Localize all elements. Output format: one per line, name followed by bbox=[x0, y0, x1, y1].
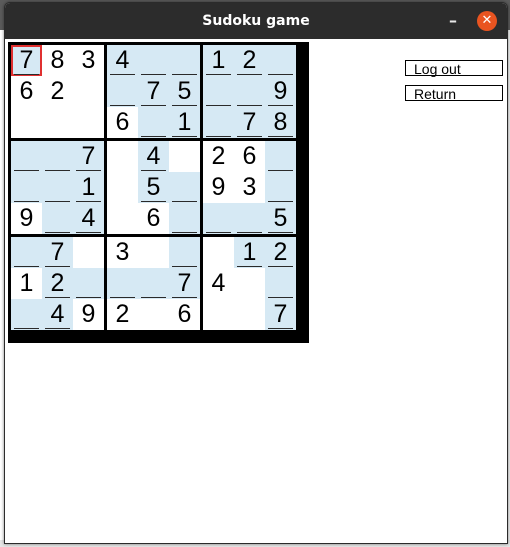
sudoku-cell[interactable] bbox=[107, 268, 138, 299]
sudoku-cell[interactable]: 7 bbox=[11, 45, 42, 76]
sudoku-cell[interactable]: 3 bbox=[73, 45, 104, 76]
sudoku-cell[interactable] bbox=[169, 237, 200, 268]
sudoku-cell[interactable] bbox=[42, 141, 73, 172]
sudoku-block: 1247 bbox=[203, 237, 296, 330]
sudoku-cell[interactable]: 3 bbox=[107, 237, 138, 268]
sudoku-cell[interactable]: 1 bbox=[169, 107, 200, 138]
close-icon[interactable]: ✕ bbox=[477, 11, 497, 31]
sudoku-cell[interactable]: 2 bbox=[265, 237, 296, 268]
sudoku-cell[interactable] bbox=[107, 141, 138, 172]
sudoku-cell[interactable]: 8 bbox=[42, 45, 73, 76]
sudoku-block: 456 bbox=[107, 141, 200, 234]
sudoku-window: Sudoku game – ✕ 783624756112978719445626… bbox=[4, 2, 508, 544]
sudoku-block: 12978 bbox=[203, 45, 296, 138]
sudoku-cell[interactable]: 6 bbox=[138, 203, 169, 234]
sudoku-cell[interactable]: 4 bbox=[138, 141, 169, 172]
sudoku-block: 3726 bbox=[107, 237, 200, 330]
sudoku-cell[interactable] bbox=[138, 107, 169, 138]
sudoku-cell[interactable]: 4 bbox=[203, 268, 234, 299]
sudoku-cell[interactable] bbox=[11, 107, 42, 138]
sudoku-cell[interactable]: 4 bbox=[42, 299, 73, 330]
sudoku-cell[interactable]: 2 bbox=[107, 299, 138, 330]
title-bar[interactable]: Sudoku game – ✕ bbox=[5, 3, 507, 39]
sudoku-cell[interactable]: 5 bbox=[169, 76, 200, 107]
sudoku-cell[interactable]: 7 bbox=[265, 299, 296, 330]
sudoku-cell[interactable] bbox=[203, 107, 234, 138]
sudoku-cell[interactable]: 6 bbox=[11, 76, 42, 107]
window-title: Sudoku game bbox=[202, 13, 310, 29]
sudoku-cell[interactable]: 9 bbox=[203, 172, 234, 203]
sudoku-cell[interactable]: 5 bbox=[138, 172, 169, 203]
sudoku-cell[interactable] bbox=[203, 299, 234, 330]
sudoku-cell[interactable]: 9 bbox=[73, 299, 104, 330]
sudoku-cell[interactable] bbox=[203, 203, 234, 234]
sudoku-cell[interactable] bbox=[265, 45, 296, 76]
return-button[interactable]: Return bbox=[405, 85, 503, 102]
sudoku-cell[interactable] bbox=[203, 76, 234, 107]
sudoku-cell[interactable]: 1 bbox=[234, 237, 265, 268]
sudoku-cell[interactable] bbox=[138, 299, 169, 330]
sudoku-cell[interactable]: 6 bbox=[107, 107, 138, 138]
logout-button[interactable]: Log out bbox=[405, 60, 503, 77]
sudoku-cell[interactable] bbox=[11, 172, 42, 203]
sudoku-cell[interactable]: 6 bbox=[234, 141, 265, 172]
sudoku-cell[interactable]: 9 bbox=[11, 203, 42, 234]
sudoku-cell[interactable]: 4 bbox=[73, 203, 104, 234]
sudoku-cell[interactable] bbox=[11, 141, 42, 172]
sudoku-cell[interactable]: 8 bbox=[265, 107, 296, 138]
sudoku-block: 47561 bbox=[107, 45, 200, 138]
sudoku-block: 7194 bbox=[11, 141, 104, 234]
sudoku-cell[interactable]: 1 bbox=[73, 172, 104, 203]
sudoku-cell[interactable] bbox=[73, 76, 104, 107]
sudoku-cell[interactable]: 7 bbox=[234, 107, 265, 138]
sudoku-cell[interactable] bbox=[169, 203, 200, 234]
sudoku-cell[interactable] bbox=[73, 107, 104, 138]
sudoku-block: 26935 bbox=[203, 141, 296, 234]
sudoku-cell[interactable]: 2 bbox=[234, 45, 265, 76]
sudoku-cell[interactable]: 7 bbox=[73, 141, 104, 172]
sudoku-cell[interactable] bbox=[107, 172, 138, 203]
minimize-icon[interactable]: – bbox=[443, 12, 463, 32]
sudoku-cell[interactable] bbox=[234, 268, 265, 299]
sudoku-cell[interactable]: 2 bbox=[203, 141, 234, 172]
sudoku-cell[interactable] bbox=[234, 203, 265, 234]
sudoku-cell[interactable] bbox=[107, 203, 138, 234]
sudoku-cell[interactable] bbox=[73, 268, 104, 299]
sudoku-cell[interactable]: 7 bbox=[138, 76, 169, 107]
sudoku-cell[interactable]: 2 bbox=[42, 76, 73, 107]
sudoku-cell[interactable] bbox=[73, 237, 104, 268]
sudoku-cell[interactable]: 4 bbox=[107, 45, 138, 76]
sudoku-cell[interactable] bbox=[138, 268, 169, 299]
sudoku-cell[interactable] bbox=[42, 203, 73, 234]
sudoku-cell[interactable]: 1 bbox=[11, 268, 42, 299]
sudoku-cell[interactable]: 6 bbox=[169, 299, 200, 330]
sudoku-cell[interactable]: 7 bbox=[42, 237, 73, 268]
sudoku-block: 78362 bbox=[11, 45, 104, 138]
sudoku-cell[interactable] bbox=[169, 172, 200, 203]
sudoku-cell[interactable] bbox=[138, 45, 169, 76]
sudoku-cell[interactable] bbox=[107, 76, 138, 107]
sudoku-board: 7836247561129787194456269357124937261247 bbox=[8, 42, 309, 343]
sudoku-cell[interactable] bbox=[11, 299, 42, 330]
sudoku-cell[interactable] bbox=[265, 141, 296, 172]
sudoku-cell[interactable] bbox=[11, 237, 42, 268]
sudoku-cell[interactable] bbox=[234, 299, 265, 330]
sudoku-cell[interactable]: 2 bbox=[42, 268, 73, 299]
sudoku-cell[interactable] bbox=[169, 45, 200, 76]
sudoku-cell[interactable]: 7 bbox=[169, 268, 200, 299]
sudoku-cell[interactable] bbox=[169, 141, 200, 172]
sudoku-cell[interactable] bbox=[138, 237, 169, 268]
sudoku-cell[interactable]: 1 bbox=[203, 45, 234, 76]
sudoku-cell[interactable] bbox=[265, 172, 296, 203]
sudoku-cell[interactable]: 3 bbox=[234, 172, 265, 203]
sudoku-cell[interactable]: 9 bbox=[265, 76, 296, 107]
sudoku-block: 71249 bbox=[11, 237, 104, 330]
sudoku-cell[interactable] bbox=[203, 237, 234, 268]
sudoku-cell[interactable] bbox=[265, 268, 296, 299]
sudoku-cell[interactable] bbox=[234, 76, 265, 107]
sudoku-cell[interactable] bbox=[42, 172, 73, 203]
sudoku-cell[interactable]: 5 bbox=[265, 203, 296, 234]
sudoku-cell[interactable] bbox=[42, 107, 73, 138]
